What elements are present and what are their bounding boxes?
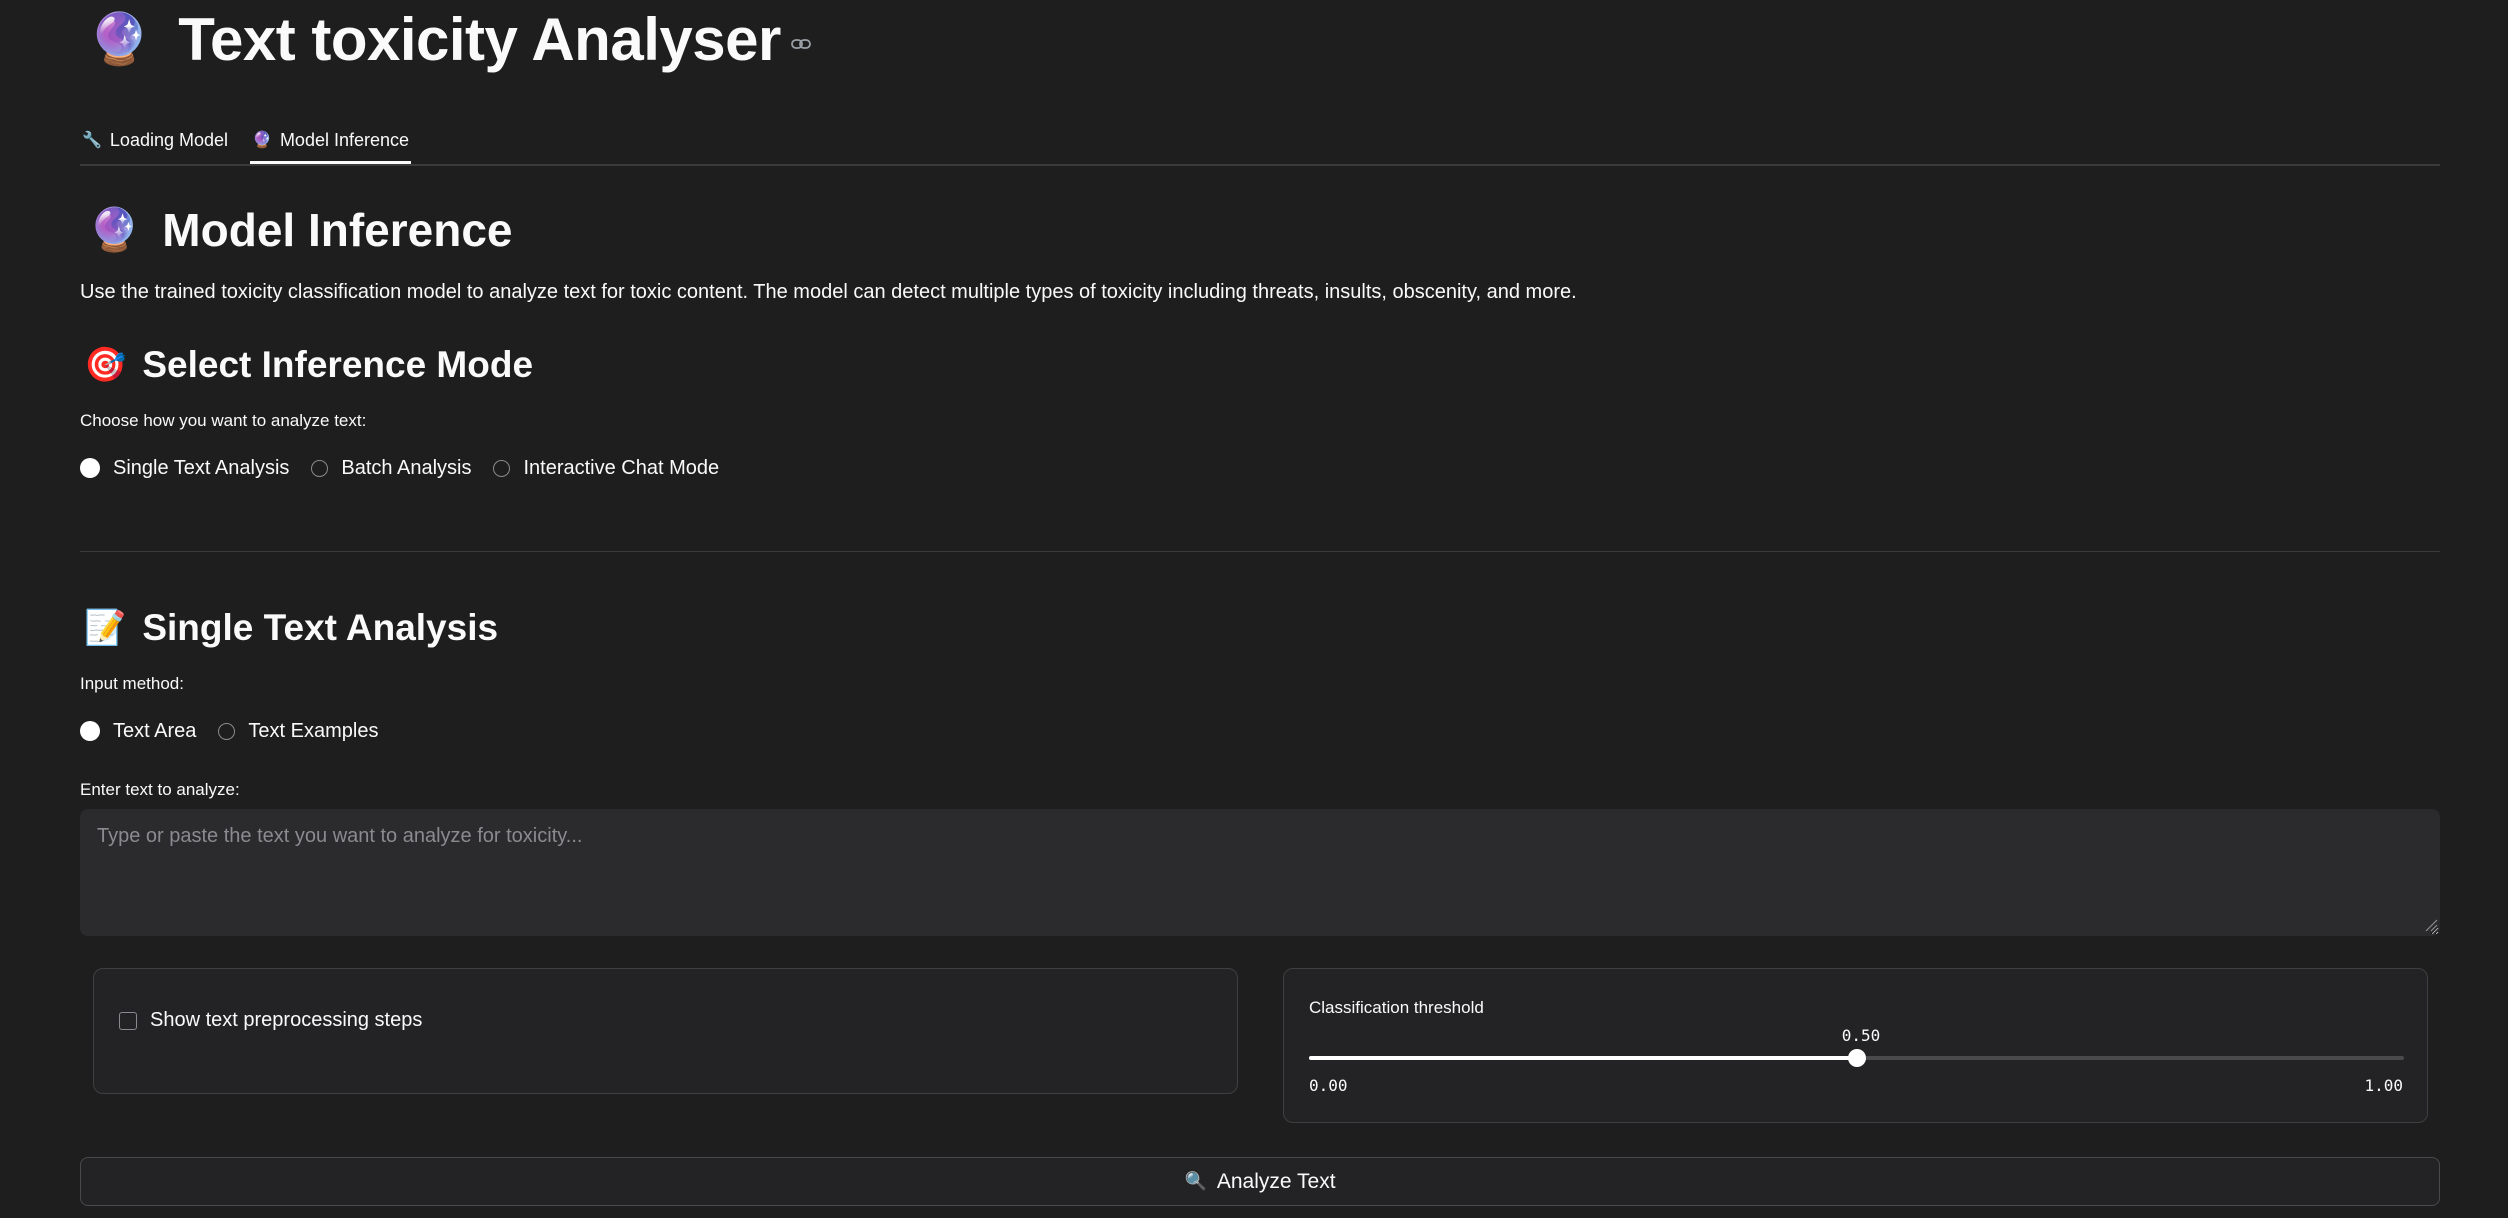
- app-title-text: Text toxicity Analyser: [178, 5, 781, 73]
- tab-label: Loading Model: [109, 129, 229, 150]
- divider: [80, 551, 2440, 552]
- heading-text: Select Inference Mode: [142, 344, 534, 385]
- link-icon[interactable]: [790, 37, 811, 55]
- radio-single-text-analysis[interactable]: Single Text Analysis: [80, 457, 289, 480]
- radio-interactive-chat-mode[interactable]: Interactive Chat Mode: [493, 457, 719, 480]
- magnifier-icon: 🔍: [1184, 1171, 1207, 1191]
- slider-min-label: 0.00: [1309, 1076, 1348, 1095]
- checkbox-square[interactable]: [119, 1011, 137, 1030]
- slider-value: 0.50: [1841, 1026, 1881, 1045]
- analyze-text-button[interactable]: 🔍 Analyze Text: [80, 1157, 2440, 1206]
- radio-text-area[interactable]: Text Area: [80, 720, 196, 743]
- resize-handle-icon[interactable]: [2424, 918, 2438, 932]
- target-icon: 🎯: [84, 346, 127, 384]
- button-label: Analyze Text: [1216, 1169, 1336, 1193]
- wrench-icon: 🔧: [82, 132, 102, 149]
- description-text: Use the trained toxicity classification …: [80, 281, 1577, 303]
- radio-label: Single Text Analysis: [113, 456, 290, 479]
- text-analysis-input[interactable]: [80, 809, 2440, 936]
- crystal-ball-icon: 🔮: [88, 11, 151, 67]
- memo-icon: 📝: [84, 609, 127, 647]
- radio-dot[interactable]: [218, 722, 236, 740]
- radio-label: Text Examples: [248, 719, 379, 742]
- radio-dot[interactable]: [493, 459, 511, 477]
- radio-dot[interactable]: [311, 459, 329, 477]
- radio-dot[interactable]: [80, 458, 100, 478]
- mode-label: Choose how you want to analyze text:: [80, 411, 367, 430]
- slider-fill: [1309, 1056, 1857, 1060]
- tab-model-inference[interactable]: 🔮 Model Inference: [250, 118, 412, 164]
- preprocessing-options-box: Show text preprocessing steps: [93, 968, 1238, 1094]
- radio-dot[interactable]: [80, 721, 100, 741]
- slider-max-label: 1.00: [2364, 1076, 2403, 1095]
- slider-thumb[interactable]: [1847, 1049, 1866, 1067]
- radio-text-examples[interactable]: Text Examples: [218, 720, 378, 743]
- section-heading-inference-mode: 🎯 Select Inference Mode: [84, 340, 533, 390]
- page-title: 🔮 Text toxicity Analyser: [88, 4, 811, 74]
- tab-loading-model[interactable]: 🔧 Loading Model: [80, 118, 230, 162]
- input-method-radio-group: Text Area Text Examples: [80, 718, 400, 744]
- radio-batch-analysis[interactable]: Batch Analysis: [311, 457, 471, 480]
- mode-radio-group: Single Text Analysis Batch Analysis Inte…: [80, 455, 741, 481]
- threshold-label: Classification threshold: [1309, 998, 1484, 1017]
- heading-text: Model Inference: [162, 204, 513, 256]
- enter-text-label: Enter text to analyze:: [80, 780, 240, 799]
- input-method-label: Input method:: [80, 674, 184, 693]
- heading-text: Single Text Analysis: [142, 607, 499, 648]
- section-heading-single-text-analysis: 📝 Single Text Analysis: [84, 603, 498, 653]
- radio-label: Text Area: [113, 719, 197, 742]
- crystal-ball-icon: 🔮: [252, 132, 272, 149]
- section-heading-model-inference: 🔮 Model Inference: [88, 200, 513, 260]
- tab-label: Model Inference: [279, 129, 410, 150]
- checkbox-label: Show text preprocessing steps: [150, 1009, 423, 1031]
- threshold-options-box: Classification threshold 0.50 0.00 1.00: [1283, 968, 2428, 1123]
- preprocessing-checkbox[interactable]: Show text preprocessing steps: [119, 1009, 422, 1032]
- radio-label: Interactive Chat Mode: [523, 456, 720, 479]
- tab-bar: 🔧 Loading Model 🔮 Model Inference: [80, 118, 2440, 166]
- threshold-slider[interactable]: [1309, 1049, 2404, 1067]
- radio-label: Batch Analysis: [341, 456, 472, 479]
- crystal-ball-icon: 🔮: [88, 206, 141, 253]
